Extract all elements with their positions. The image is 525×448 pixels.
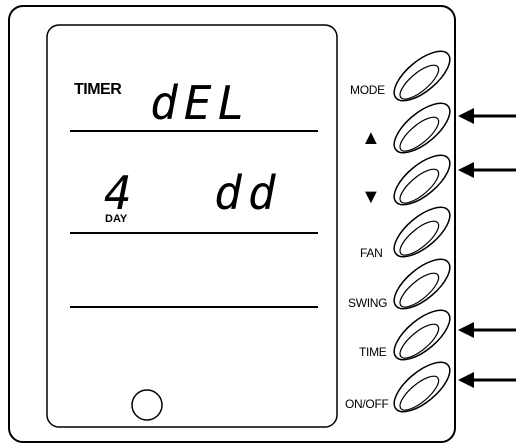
- day-number-display: 4: [104, 166, 138, 220]
- sensor-circle: [131, 389, 163, 421]
- up-arrow-label: ▲: [361, 127, 381, 149]
- time-label: TIME: [359, 345, 387, 359]
- remote-graphics: [8, 5, 516, 443]
- arrow-left-icon: [458, 108, 516, 124]
- mode-label: MODE: [350, 83, 385, 97]
- fan-label: FAN: [360, 246, 383, 260]
- arrow-left-icon: [458, 322, 516, 338]
- arrow-left-icon: [458, 162, 516, 178]
- onoff-label: ON/OFF: [345, 397, 389, 411]
- day-value-display: dd: [214, 166, 282, 220]
- swing-label: SWING: [348, 296, 388, 310]
- down-arrow-label: ▼: [361, 186, 381, 208]
- day-label: DAY: [105, 213, 128, 225]
- arrow-left-icon: [458, 372, 516, 388]
- mode-value-display: dEL: [150, 76, 252, 130]
- timer-label: TIMER: [74, 81, 122, 98]
- remote-controller: TIMER dEL 4 DAY dd MODE ▲ ▼ FAN SWING TI…: [0, 0, 525, 448]
